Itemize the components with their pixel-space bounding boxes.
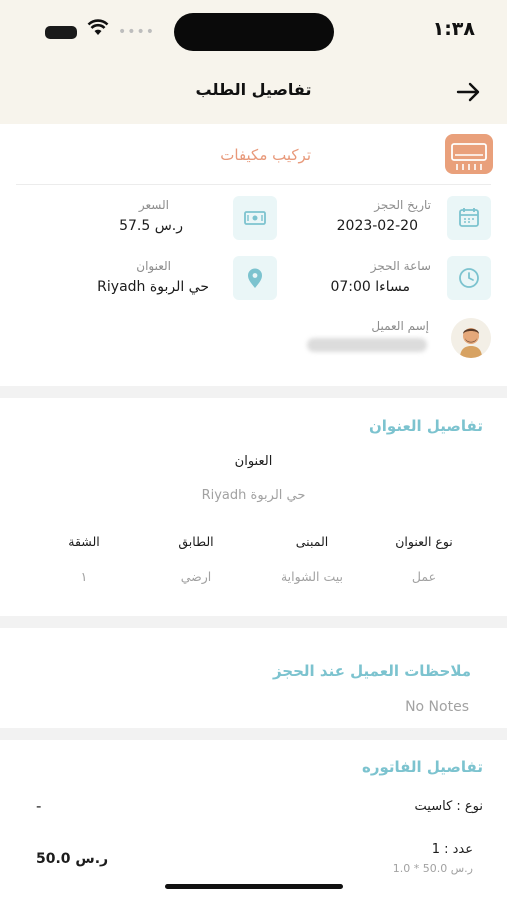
invoice-type-value: -	[36, 797, 42, 815]
invoice-section-title: تفاصيل الفاتوره	[361, 758, 483, 776]
customer-name-blurred	[307, 338, 427, 352]
invoice-total: 50.0 ر.س	[36, 851, 109, 867]
status-time: ١:٣٨	[432, 18, 475, 40]
floor-label: الطابق	[178, 534, 214, 549]
booking-time-value: 07:00 مساءا	[330, 279, 410, 295]
address-full-value: Riyadh حي الربوة	[201, 488, 306, 503]
building-label: المبنى	[295, 534, 329, 549]
ac-unit-icon	[445, 134, 493, 174]
divider	[16, 184, 491, 185]
customer-name-label: إسم العميل	[371, 319, 429, 333]
page-title: تفاصيل الطلب	[195, 80, 312, 99]
calendar-icon	[447, 196, 491, 240]
customer-avatar	[451, 318, 491, 358]
address-value: Riyadh حي الربوة	[97, 279, 209, 295]
booking-date-value: 2023-02-20	[336, 218, 418, 234]
battery-icon	[45, 26, 77, 39]
invoice-type-label: نوع : كاسيت	[414, 799, 483, 814]
invoice-count-label: عدد : 1	[431, 842, 473, 857]
invoice-calc: 1.0 * 50.0 ر.س	[392, 862, 473, 875]
home-indicator	[165, 884, 343, 889]
floor-value: ارضي	[180, 569, 212, 584]
location-pin-icon	[233, 256, 277, 300]
price-value: 57.5 ر.س	[119, 218, 183, 234]
price-label: السعر	[138, 198, 169, 212]
address-section-title: تفاصيل العنوان	[368, 417, 483, 435]
notes-value: No Notes	[405, 699, 469, 715]
dynamic-island	[174, 13, 334, 51]
address-label: العنوان	[136, 259, 171, 273]
apartment-value: ١	[80, 569, 88, 584]
service-name: تركيب مكيفات	[220, 146, 311, 164]
address-heading: العنوان	[234, 454, 273, 469]
booking-time-label: ساعة الحجز	[370, 259, 431, 273]
cash-icon	[233, 196, 277, 240]
notes-section-title: ملاحظات العميل عند الحجز	[272, 662, 471, 680]
building-value: بيت الشواية	[280, 569, 344, 584]
booking-date-label: تاريخ الحجز	[374, 198, 431, 212]
clock-icon	[447, 256, 491, 300]
wifi-icon	[87, 19, 109, 35]
address-type-label: نوع العنوان	[395, 534, 453, 549]
back-arrow-icon[interactable]	[455, 79, 481, 105]
signal-icon: ••••	[118, 24, 156, 40]
apartment-label: الشقة	[68, 534, 100, 549]
address-type-value: عمل	[411, 569, 437, 584]
